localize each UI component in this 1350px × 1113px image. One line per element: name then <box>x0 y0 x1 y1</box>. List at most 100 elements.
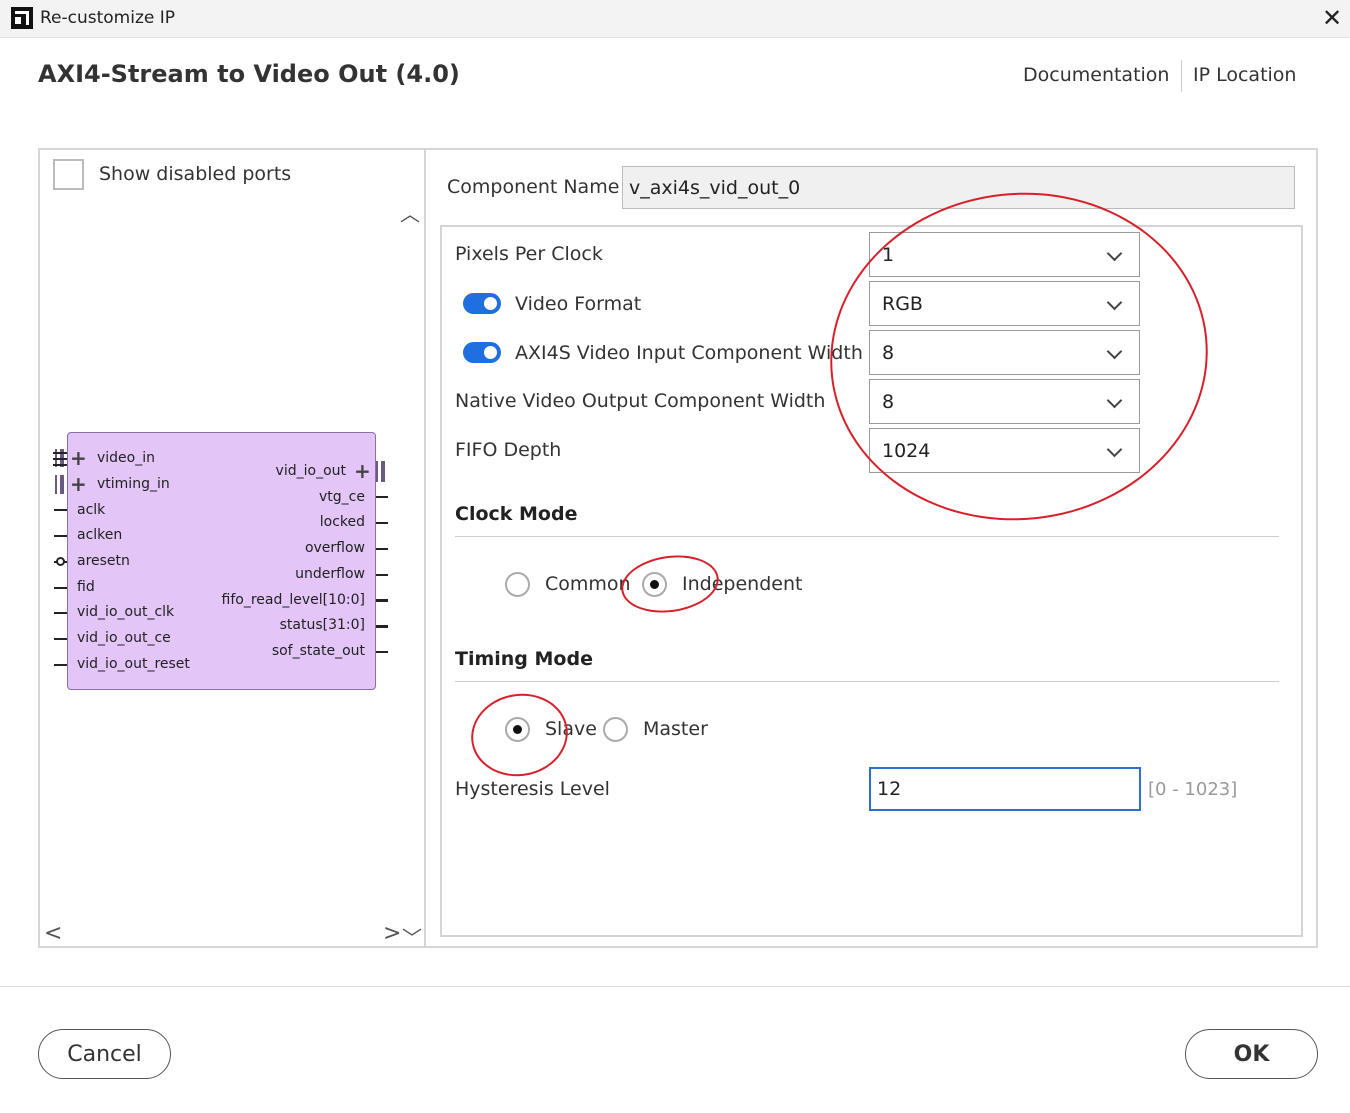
active-low-pin-icon <box>56 557 65 566</box>
pin-stub-icon <box>54 535 67 537</box>
hysteresis-level-label: Hysteresis Level <box>455 778 610 800</box>
pin-stub-icon <box>376 651 388 653</box>
port-label: aresetn <box>77 553 130 569</box>
expand-plus-icon[interactable]: + <box>354 461 371 481</box>
bus-pin-icon <box>53 458 67 460</box>
show-disabled-ports-label: Show disabled ports <box>99 163 292 185</box>
video-format-select[interactable]: RGB <box>869 281 1140 326</box>
pixels-per-clock-label: Pixels Per Clock <box>455 243 603 265</box>
clock-mode-title: Clock Mode <box>455 503 578 525</box>
video-format-label: Video Format <box>515 293 642 315</box>
timing-mode-title: Timing Mode <box>455 648 593 670</box>
chevron-down-icon <box>1106 392 1123 409</box>
clock-mode-independent-radio[interactable] <box>642 572 667 597</box>
video-format-toggle[interactable] <box>463 293 501 314</box>
component-name-input[interactable] <box>622 166 1295 209</box>
select-value: 8 <box>882 391 895 413</box>
clock-mode-independent-label: Independent <box>682 573 803 595</box>
scroll-right-icon[interactable]: > <box>383 921 401 946</box>
port-label: underflow <box>295 566 365 582</box>
port-label: status[31:0] <box>279 617 365 633</box>
pin-stub-icon <box>54 612 67 614</box>
bus-pin-icon <box>53 452 67 454</box>
chevron-down-icon <box>1106 245 1123 262</box>
hysteresis-range-hint: [0 - 1023] <box>1148 779 1238 800</box>
window-title: Re-customize IP <box>40 8 176 28</box>
select-value: 8 <box>882 342 895 364</box>
section-divider <box>455 536 1279 537</box>
show-disabled-ports-checkbox[interactable] <box>53 159 84 190</box>
clock-mode-common-radio[interactable] <box>505 572 530 597</box>
select-value: RGB <box>882 293 923 315</box>
axi4s-width-select[interactable]: 8 <box>869 330 1140 375</box>
fifo-depth-select[interactable]: 1024 <box>869 428 1140 473</box>
close-button[interactable]: ✕ <box>1318 4 1346 32</box>
port-label: vid_io_out <box>275 463 346 479</box>
port-label: overflow <box>304 540 365 556</box>
chevron-down-icon <box>1106 441 1123 458</box>
expand-plus-icon[interactable]: + <box>70 474 87 494</box>
port-label: vtiming_in <box>97 476 170 492</box>
footer-divider <box>0 986 1350 987</box>
bus-pin-icon <box>376 625 388 628</box>
section-divider <box>455 681 1279 682</box>
toggle-knob <box>484 297 497 310</box>
ip-location-link[interactable]: IP Location <box>1193 64 1296 86</box>
radio-dot <box>650 580 659 589</box>
scroll-left-icon[interactable]: < <box>44 921 62 946</box>
chevron-down-icon <box>1106 343 1123 360</box>
radio-dot <box>513 725 522 734</box>
port-label: locked <box>319 514 365 530</box>
select-value: 1 <box>882 244 895 266</box>
pin-stub-icon <box>54 509 67 511</box>
native-width-select[interactable]: 8 <box>869 379 1140 424</box>
port-label: vid_io_out_reset <box>77 656 190 672</box>
clock-mode-common-label: Common <box>545 573 631 595</box>
ok-button[interactable]: OK <box>1185 1029 1318 1079</box>
port-label: vtg_ce <box>319 489 365 505</box>
port-label: vid_io_out_clk <box>77 604 175 620</box>
expand-plus-icon[interactable]: + <box>70 448 87 468</box>
documentation-link[interactable]: Documentation <box>1023 64 1169 86</box>
timing-mode-master-label: Master <box>643 718 708 740</box>
bus-interface-icon <box>376 461 385 482</box>
fifo-depth-label: FIFO Depth <box>455 439 562 461</box>
scroll-up-icon[interactable]: ︿ <box>400 198 420 227</box>
cancel-button[interactable]: Cancel <box>38 1029 171 1079</box>
axi4s-width-toggle[interactable] <box>463 342 501 363</box>
select-value: 1024 <box>882 440 931 462</box>
pin-stub-icon <box>376 522 388 524</box>
ip-title: AXI4-Stream to Video Out (4.0) <box>38 60 460 88</box>
vivado-logo-icon <box>11 7 33 29</box>
pin-stub-icon <box>376 548 388 550</box>
port-label: aclk <box>77 502 106 518</box>
native-width-label: Native Video Output Component Width <box>455 390 826 412</box>
bus-interface-icon <box>55 475 64 494</box>
pin-stub-icon <box>376 574 388 576</box>
port-label: aclken <box>77 527 123 543</box>
timing-mode-slave-radio[interactable] <box>505 717 530 742</box>
port-label: sof_state_out <box>271 643 365 659</box>
chevron-down-icon <box>1106 294 1123 311</box>
panel-divider[interactable] <box>424 150 426 946</box>
pin-stub-icon <box>54 587 67 589</box>
scroll-down-icon[interactable]: ﹀ <box>402 922 422 951</box>
link-separator <box>1181 60 1182 92</box>
port-label: fid <box>77 579 95 595</box>
pixels-per-clock-select[interactable]: 1 <box>869 232 1140 277</box>
pin-stub-icon <box>54 638 67 640</box>
bus-pin-icon <box>53 464 67 466</box>
bus-pin-icon <box>376 599 388 602</box>
hysteresis-level-input[interactable] <box>869 767 1141 811</box>
timing-mode-master-radio[interactable] <box>603 717 628 742</box>
port-label: video_in <box>97 450 156 466</box>
title-bar: Re-customize IP ✕ <box>0 0 1350 38</box>
toggle-knob <box>484 346 497 359</box>
port-label: vid_io_out_ce <box>77 630 171 646</box>
axi4s-width-label: AXI4S Video Input Component Width <box>515 342 863 364</box>
component-name-label: Component Name <box>447 176 620 198</box>
port-label: fifo_read_level[10:0] <box>221 592 366 608</box>
pin-stub-icon <box>376 496 388 498</box>
pin-stub-icon <box>54 664 67 666</box>
timing-mode-slave-label: Slave <box>545 718 597 740</box>
